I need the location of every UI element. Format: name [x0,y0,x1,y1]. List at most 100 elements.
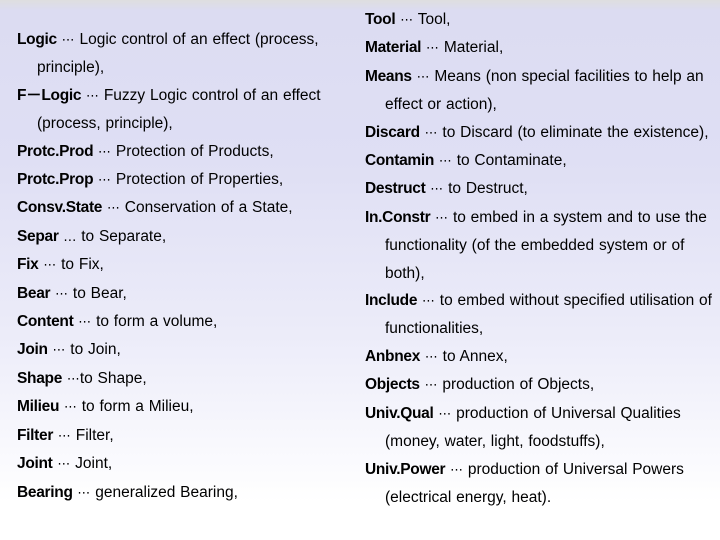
glossary-definition: production of Objects, [442,376,595,394]
glossary-term: Anbnex [365,347,421,365]
ellipsis-separator-icon: ⋯ [438,406,452,422]
glossary-term: Bear [17,284,51,302]
glossary-definition: to Contaminate, [456,152,567,170]
glossary-entry: Include ⋯ to embed without specified uti… [365,287,720,343]
glossary-definition: Filter, [75,426,114,444]
ellipsis-separator-icon: ⋯ [430,182,444,198]
glossary-term: Content [17,313,74,331]
glossary-definition: to Separate, [81,227,167,245]
glossary-definition: to form a volume, [96,313,218,331]
glossary-definition: Joint, [75,455,113,473]
glossary-term: Separ [17,227,59,245]
glossary-term: Bearing [17,483,73,501]
glossary-term: Milieu [17,398,60,416]
ellipsis-separator-icon: ⋯ [43,258,57,274]
glossary-term: Logic [17,31,57,48]
glossary-entry: Univ.Power ⋯ production of Universal Pow… [365,456,720,512]
glossary-term: Univ.Power [365,460,446,478]
ellipsis-separator-icon: ⋯ [86,88,100,104]
glossary-definition: to embed without specified utilisation o… [385,292,712,338]
glossary-definition: to Destruct, [448,180,528,198]
glossary-term: Protc.Prod [17,142,94,160]
ellipsis-separator-icon: ⋯ [438,154,452,170]
ellipsis-separator-icon: ⋯ [426,41,439,57]
glossary-term: Univ.Qual [365,404,434,422]
ellipsis-separator-icon: ⋯ [63,400,77,416]
glossary-definition: to Bear, [72,284,127,302]
glossary-entry: Bearing ⋯ generalized Bearing, [17,479,355,507]
ellipsis-separator-icon: ⋯ [57,457,71,473]
glossary-entry: F－Logic ⋯ Fuzzy Logic control of an effe… [17,82,355,138]
glossary-entry: Univ.Qual ⋯ production of Universal Qual… [365,400,720,456]
glossary-entry: Fix ⋯ to Fix, [17,251,355,279]
glossary-definition: to embed in a system and to use the func… [385,208,707,282]
ellipsis-separator-icon: ⋯ [106,201,120,217]
glossary-entry: Milieu ⋯ to form a Milieu, [17,393,355,421]
glossary-definition: to Discard (to eliminate the existence), [442,123,709,141]
glossary-slide: Logic ⋯ Logic control of an effect (proc… [0,0,720,540]
glossary-entry: Content ⋯ to form a volume, [17,308,355,336]
ellipsis-separator-icon: ⋯ [416,69,430,85]
glossary-definition: Protection of Properties, [115,171,284,189]
glossary-definition: generalized Bearing, [95,483,238,501]
glossary-definition: Means (non special facilities to help an… [385,67,704,114]
glossary-definition: to form a Milieu, [81,398,194,416]
glossary-term: Means [365,67,412,85]
glossary-term: Joint [17,455,53,473]
ellipsis-separator-icon: ⋯ [424,349,438,365]
glossary-entry: Objects ⋯ production of Objects, [365,371,720,399]
glossary-term: Protc.Prop [17,171,94,189]
glossary-definition: Protection of Products, [115,142,274,160]
glossary-term: Material [365,39,422,57]
glossary-term: Destruct [365,180,426,198]
ellipsis-separator-icon: ⋯ [61,33,75,48]
glossary-entry: Contamin ⋯ to Contaminate, [365,147,720,175]
ellipsis-separator-icon: ⋯ [424,125,438,141]
glossary-entry: Protc.Prod ⋯ Protection of Products, [17,138,355,166]
glossary-term: Join [17,341,48,359]
glossary-definition: to Fix, [61,256,104,274]
ellipsis-separator-icon: ⋯ [78,315,92,331]
ellipsis-separator-icon: ⋯ [57,428,71,444]
ellipsis-separator-icon: ⋯ [55,286,69,302]
glossary-entry: Join ⋯ to Join, [17,336,355,364]
glossary-term: In.Constr [365,208,431,226]
right-column: Tool ⋯ Tool, Material ⋯ Material, Means ⋯ … [355,0,720,511]
ellipsis-separator-icon: ⋯ [77,485,91,501]
glossary-definition: to Shape, [79,369,147,387]
glossary-entry: Tool ⋯ Tool, [365,6,720,34]
glossary-entry: Destruct ⋯ to Destruct, [365,175,720,203]
ellipsis-separator-icon: ⋯ [400,13,414,28]
glossary-definition: to Join, [70,341,121,359]
glossary-entry: Separ … to Separate, [17,223,355,251]
glossary-definition: Material, [443,39,504,57]
glossary-term: Shape [17,369,63,387]
glossary-definition: Conservation of a State, [124,199,293,217]
glossary-columns: Logic ⋯ Logic control of an effect (proc… [0,0,720,511]
ellipsis-separator-icon: ⋯ [424,378,438,394]
glossary-entry: Discard ⋯ to Discard (to eliminate the e… [365,119,720,147]
glossary-term: Include [365,292,418,310]
glossary-term: Contamin [365,152,435,170]
ellipsis-separator-icon: ⋯ [450,462,464,478]
ellipsis-separator-icon: … [63,229,77,245]
glossary-term: Consv.State [17,199,103,217]
glossary-definition: Tool, [417,11,451,28]
glossary-entry: Shape ⋯to Shape, [17,365,355,393]
glossary-entry: In.Constr ⋯ to embed in a system and to … [365,204,720,287]
glossary-term: Fix [17,256,39,274]
glossary-entry: Means ⋯ Means (non special facilities to… [365,63,720,119]
glossary-term: Filter [17,426,54,444]
glossary-term: Discard [365,123,420,141]
ellipsis-separator-icon: ⋯ [421,294,435,310]
glossary-entry: Filter ⋯ Filter, [17,422,355,450]
left-column: Logic ⋯ Logic control of an effect (proc… [0,0,355,507]
ellipsis-separator-icon: ⋯ [98,173,112,189]
glossary-entry: Logic ⋯ Logic control of an effect (proc… [17,26,355,82]
glossary-term: Tool [365,11,396,28]
glossary-entry: Anbnex ⋯ to Annex, [365,343,720,371]
ellipsis-separator-icon: ⋯ [52,343,66,359]
glossary-definition: to Annex, [442,347,508,365]
glossary-term: F－Logic [17,86,82,104]
glossary-definition: Logic control of an effect (process, pri… [37,31,319,77]
